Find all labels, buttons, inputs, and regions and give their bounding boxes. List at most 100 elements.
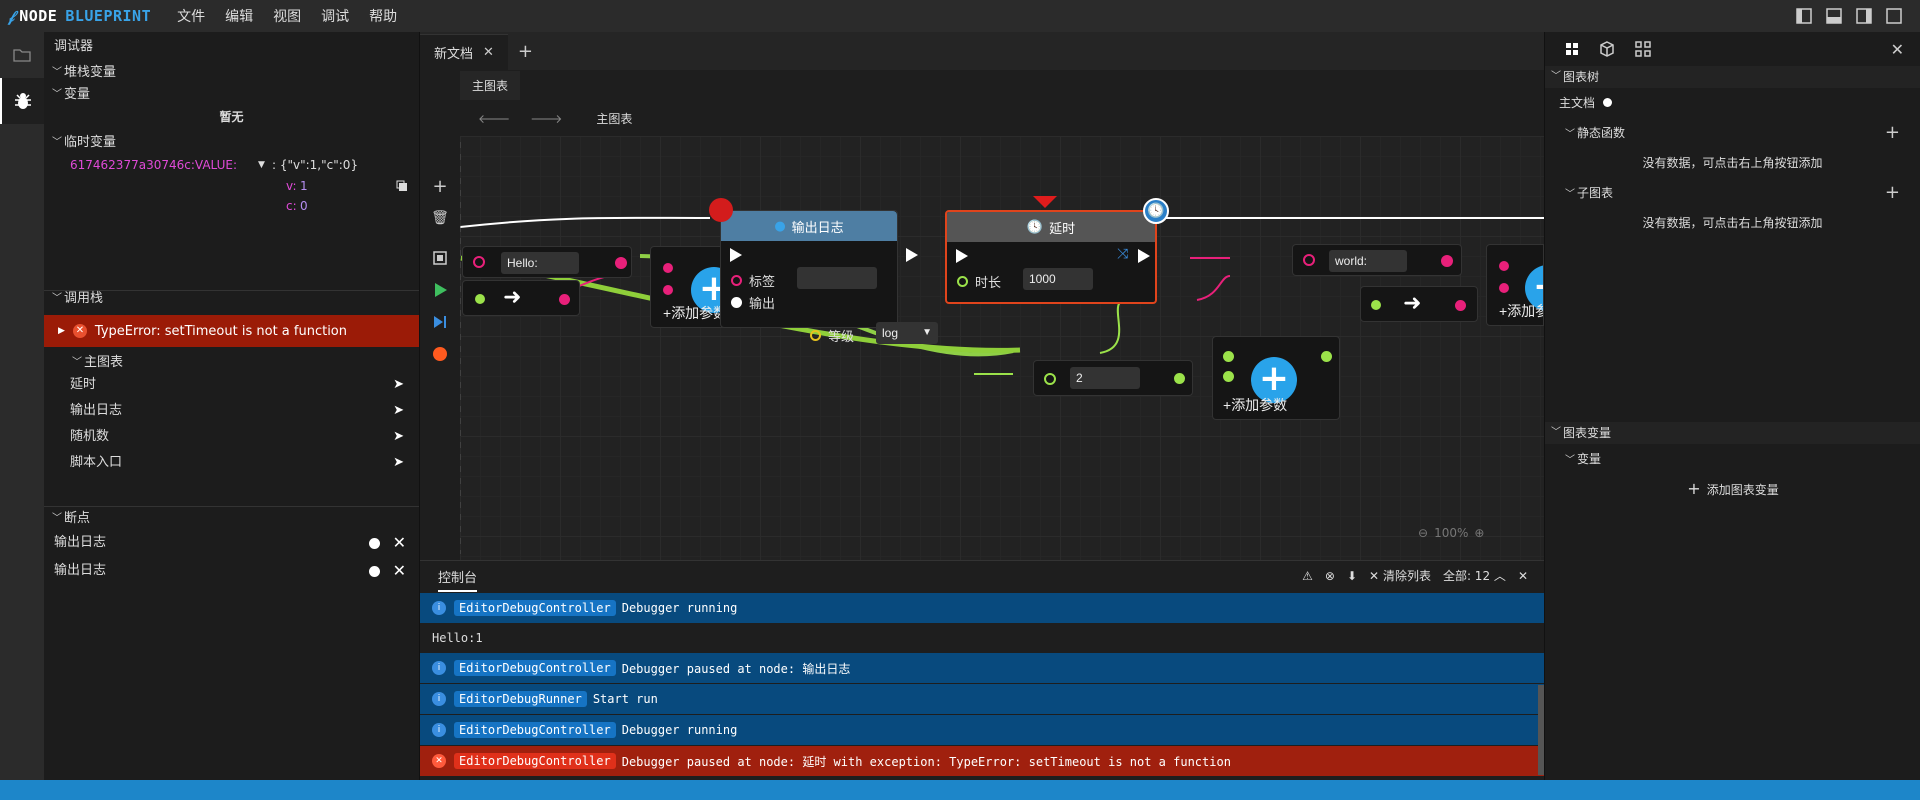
menu-edit[interactable]: 编辑: [225, 6, 253, 26]
node-string-world[interactable]: world:: [1292, 244, 1462, 276]
exec-out-pin[interactable]: [905, 247, 919, 263]
activity-debug[interactable]: [0, 78, 44, 124]
add-sub-graph-icon[interactable]: +: [1885, 178, 1900, 208]
navigate-icon[interactable]: ➤: [393, 372, 404, 398]
temp-var-row[interactable]: 617462377a30746c:VALUE: ▼ : {"v":1,"c":0…: [44, 154, 419, 176]
grid-icon[interactable]: [1565, 42, 1579, 56]
pin-in[interactable]: [663, 285, 673, 295]
tree-main-doc[interactable]: 主文档: [1545, 88, 1920, 118]
pin-in[interactable]: [1371, 300, 1381, 310]
breakpoint-item[interactable]: 输出日志 ✕: [54, 558, 410, 584]
add-graph-var-button[interactable]: + 添加图表变量: [1545, 474, 1920, 504]
add-node-button[interactable]: +: [430, 176, 450, 197]
nodes-icon[interactable]: [1635, 41, 1651, 57]
breakpoint-toggle[interactable]: [369, 566, 380, 577]
node-header[interactable]: 🕓 延时: [947, 212, 1155, 242]
exec-in-pin[interactable]: [955, 248, 969, 264]
number-input[interactable]: 2: [1070, 367, 1140, 389]
pin-label[interactable]: [731, 275, 742, 286]
tree-sub-graphs[interactable]: ﹀ 子图表 +: [1545, 178, 1920, 208]
tab-main-graph[interactable]: 主图表: [460, 70, 521, 100]
tree-static-funcs[interactable]: ﹀ 静态函数 +: [1545, 118, 1920, 148]
section-main-graph[interactable]: ﹀ 主图表: [64, 352, 123, 374]
log-row[interactable]: i EditorDebugController Debugger paused at…: [420, 653, 1544, 683]
node-convert[interactable]: ➜: [462, 280, 580, 316]
menu-debug[interactable]: 调试: [321, 6, 349, 26]
pin-out[interactable]: [1441, 255, 1453, 267]
add-static-func-icon[interactable]: +: [1885, 118, 1900, 148]
scroll-down-icon[interactable]: ⬇: [1347, 569, 1357, 583]
close-icon[interactable]: ✕: [1518, 569, 1528, 583]
node-log[interactable]: ● 输出日志 标签 输出: [720, 210, 918, 328]
node-concat-right[interactable]: + +添加参数: [1486, 244, 1544, 326]
pin-duration[interactable]: [957, 276, 968, 287]
breakpoint-marker[interactable]: [709, 198, 733, 222]
error-filter-icon[interactable]: ⊗: [1325, 569, 1335, 583]
node-add[interactable]: + +添加参数: [1212, 336, 1340, 420]
pin-in[interactable]: [1499, 283, 1509, 293]
exec-in-pin[interactable]: [729, 247, 743, 263]
menu-file[interactable]: 文件: [177, 6, 205, 26]
log-row[interactable]: i EditorDebugRunner Start run: [420, 684, 1544, 714]
zoom-out-icon[interactable]: ⊖: [1418, 526, 1428, 540]
layout-bottom-panel-icon[interactable]: [1824, 6, 1844, 26]
pin-in[interactable]: [475, 294, 485, 304]
filter-all-select[interactable]: 全部: 12 ︿: [1443, 567, 1506, 584]
node-delay[interactable]: 🕓 延时 ⤨ 时长 1000: [945, 210, 1157, 304]
stack-item[interactable]: 脚本入口 ➤: [70, 450, 410, 476]
pin-in[interactable]: [1223, 371, 1234, 382]
section-vars[interactable]: ﹀ 变量: [44, 84, 419, 106]
section-temp-vars[interactable]: ﹀ 临时变量: [44, 132, 419, 154]
caret-right-icon[interactable]: ▶: [58, 326, 65, 336]
navigate-icon[interactable]: ➤: [393, 450, 404, 476]
log-row[interactable]: Hello:1: [420, 623, 1544, 653]
pin-in[interactable]: [1044, 373, 1056, 385]
console-scrollbar[interactable]: [1538, 685, 1544, 775]
pin-out[interactable]: [559, 294, 570, 305]
pin-in[interactable]: [473, 256, 485, 268]
node-convert[interactable]: ➜: [1360, 286, 1478, 322]
close-icon[interactable]: ✕: [393, 530, 406, 556]
pin-output[interactable]: [731, 297, 742, 308]
layout-right-panel-icon[interactable]: [1854, 6, 1874, 26]
log-row[interactable]: ✕ EditorDebugController Debugger paused at…: [420, 746, 1544, 776]
pin-out[interactable]: [1321, 351, 1332, 362]
label-input[interactable]: [797, 267, 877, 289]
graph-canvas[interactable]: Hello: ➜ + +添加参数 ● 输出日志 标签 输出 🕓 延时 ⤨ 时长 …: [460, 136, 1544, 560]
delete-button[interactable]: 🗑: [430, 208, 450, 228]
breakpoint-item[interactable]: 输出日志 ✕: [54, 530, 410, 556]
pin-out[interactable]: [1174, 373, 1185, 384]
navigate-icon[interactable]: ➤: [393, 424, 404, 450]
level-select[interactable]: log ▼: [876, 322, 938, 344]
pin-out[interactable]: [1455, 300, 1466, 311]
select-button[interactable]: [430, 248, 450, 268]
back-arrow-icon[interactable]: 🡐: [478, 111, 510, 126]
close-icon[interactable]: ✕: [483, 45, 494, 60]
menu-help[interactable]: 帮助: [369, 6, 397, 26]
stack-item[interactable]: 随机数 ➤: [70, 424, 410, 450]
add-param-button[interactable]: +添加参数: [1499, 301, 1543, 321]
section-call-stack[interactable]: ﹀ 调用栈: [44, 288, 103, 310]
breakpoint-toggle[interactable]: [369, 538, 380, 549]
activity-files[interactable]: [0, 32, 44, 78]
cube-icon[interactable]: [1599, 41, 1615, 57]
node-header[interactable]: ● 输出日志: [721, 211, 897, 241]
string-input[interactable]: Hello:: [501, 252, 579, 274]
node-string-hello[interactable]: Hello:: [462, 246, 632, 278]
section-graph-vars[interactable]: ﹀ 图表变量: [1545, 422, 1920, 444]
forward-arrow-icon[interactable]: 🡒: [530, 111, 562, 126]
log-row[interactable]: i EditorDebugController Debugger running: [420, 593, 1544, 623]
tree-vars[interactable]: ﹀ 变量: [1545, 444, 1920, 474]
menu-view[interactable]: 视图: [273, 6, 301, 26]
zoom-in-icon[interactable]: ⊕: [1474, 526, 1484, 540]
call-stack-error[interactable]: ▶ ✕ TypeError: setTimeout is not a funct…: [44, 315, 419, 347]
section-graph-tree[interactable]: ﹀ 图表树: [1545, 66, 1920, 88]
stack-item[interactable]: 输出日志 ➤: [70, 398, 410, 424]
stop-button[interactable]: [430, 344, 450, 364]
pin-out[interactable]: [615, 257, 627, 269]
add-tab-icon[interactable]: +: [518, 34, 533, 70]
section-stack-vars[interactable]: ﹀ 堆栈变量: [44, 62, 419, 84]
tab-console[interactable]: 控制台: [438, 563, 478, 592]
close-icon[interactable]: ✕: [1891, 40, 1904, 59]
duration-input[interactable]: 1000: [1023, 268, 1093, 290]
